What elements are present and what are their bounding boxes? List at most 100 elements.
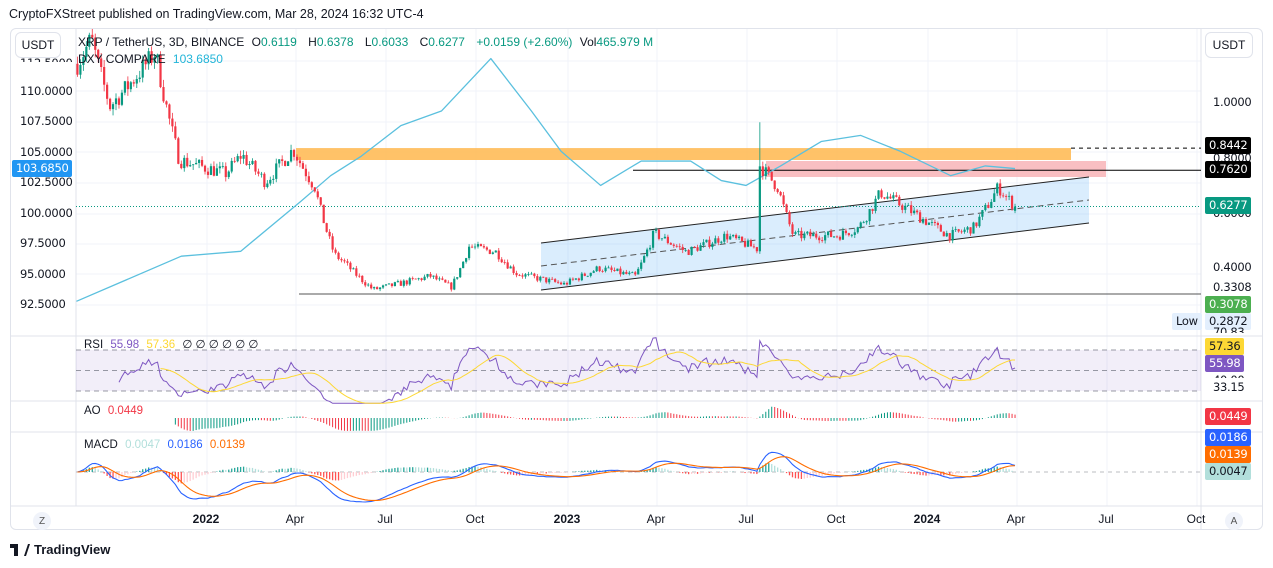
candle	[263, 172, 266, 190]
candle-body	[260, 173, 263, 175]
time-axis-tick: 2022	[192, 512, 220, 526]
candle-body	[530, 273, 533, 275]
compare-value: 103.6850	[172, 52, 223, 66]
candle	[165, 100, 168, 108]
candle-body	[646, 249, 649, 257]
candle	[162, 79, 165, 103]
candle	[171, 112, 174, 132]
candle-body	[548, 278, 551, 283]
candle-body	[500, 259, 503, 263]
zoom-button[interactable]: Z	[33, 512, 51, 530]
candle-body	[847, 233, 850, 236]
candle-body	[230, 160, 233, 172]
candle	[509, 265, 512, 269]
candle	[195, 158, 198, 165]
compare-legend[interactable]: DXY COMPARE 103.6850	[78, 52, 227, 66]
candle-body	[684, 249, 687, 251]
candle-body	[829, 231, 833, 237]
macd-pane	[76, 451, 1201, 503]
candle	[129, 81, 132, 93]
candle-body	[832, 236, 836, 238]
candle	[108, 97, 112, 112]
candle-body	[666, 236, 669, 244]
candle-body	[313, 187, 316, 192]
candle	[239, 150, 242, 165]
candle-body	[512, 266, 515, 273]
candle-body	[331, 236, 334, 250]
candle-body	[506, 262, 509, 269]
candle-body	[168, 104, 171, 119]
candle-body	[601, 271, 604, 272]
auto-scale-button[interactable]: A	[1225, 512, 1243, 530]
candle-body	[939, 225, 942, 232]
level-tag-0.7620: 0.7620	[1205, 161, 1252, 178]
candle-body	[945, 233, 948, 237]
macd-line	[77, 451, 1016, 503]
candle	[328, 229, 331, 239]
candle-body	[417, 278, 420, 280]
rsi-legend[interactable]: RSI 55.98 57.36 ∅ ∅ ∅ ∅ ∅ ∅	[84, 337, 262, 351]
candle-body	[957, 229, 960, 232]
chart-canvas[interactable]	[11, 29, 1263, 530]
candle	[260, 171, 263, 178]
candle-body	[485, 247, 488, 250]
candle-body	[473, 246, 477, 248]
candle-body	[524, 274, 527, 277]
currency-button-left[interactable]: USDT	[15, 32, 61, 58]
candle	[417, 277, 420, 281]
candle-body	[174, 126, 177, 139]
candle-body	[844, 230, 848, 234]
candle-body	[334, 249, 337, 253]
candle-body	[794, 232, 797, 234]
candle-body	[438, 278, 441, 280]
candle-body	[352, 268, 355, 270]
left-axis-tick: 95.0000	[20, 266, 66, 281]
candle-body	[583, 273, 586, 276]
candle-body	[381, 285, 385, 288]
candle-body	[215, 168, 218, 176]
candle-body	[930, 222, 934, 223]
candle-body	[108, 98, 112, 110]
candle-body	[111, 104, 115, 110]
candle-body	[79, 64, 82, 75]
candle-body	[918, 212, 922, 223]
close-label: C	[419, 35, 429, 49]
candle-body	[470, 246, 474, 248]
candle-body	[764, 167, 767, 177]
candle-body	[284, 161, 287, 167]
time-axis-tick: 2024	[913, 512, 941, 526]
candle-body	[444, 279, 447, 283]
candle	[352, 267, 355, 270]
candle	[123, 80, 127, 96]
symbol-name: XRP / TetherUS, 3D, BINANCE	[78, 35, 245, 49]
candle-body	[1005, 196, 1008, 197]
candle-body	[479, 244, 483, 247]
currency-button-right[interactable]: USDT	[1205, 32, 1253, 58]
candle-body	[465, 258, 468, 262]
candle-body	[281, 159, 284, 162]
macd-legend[interactable]: MACD 0.0047 0.0186 0.0139	[84, 439, 249, 451]
candle-body	[901, 205, 904, 210]
candle-body	[399, 281, 402, 286]
candle	[429, 272, 432, 279]
ao-legend[interactable]: AO 0.0449	[84, 405, 147, 417]
tradingview-logo[interactable]: TradingView	[10, 542, 110, 557]
candle	[325, 222, 328, 233]
candle-body	[892, 195, 895, 199]
candle-body	[1002, 195, 1005, 197]
chart-frame[interactable]	[10, 28, 1263, 530]
candle-body	[663, 236, 667, 239]
candle	[886, 192, 889, 200]
candle-body	[286, 161, 290, 167]
candle	[470, 244, 474, 249]
candle-body	[708, 239, 711, 248]
candle	[278, 159, 281, 168]
candle	[319, 196, 322, 207]
candle	[289, 144, 293, 163]
candle	[402, 279, 405, 288]
symbol-legend[interactable]: XRP / TetherUS, 3D, BINANCE O0.6119 H0.6…	[78, 35, 661, 49]
candle	[301, 160, 305, 170]
candle	[883, 197, 886, 200]
candle-body	[402, 280, 405, 286]
candle	[776, 188, 779, 194]
